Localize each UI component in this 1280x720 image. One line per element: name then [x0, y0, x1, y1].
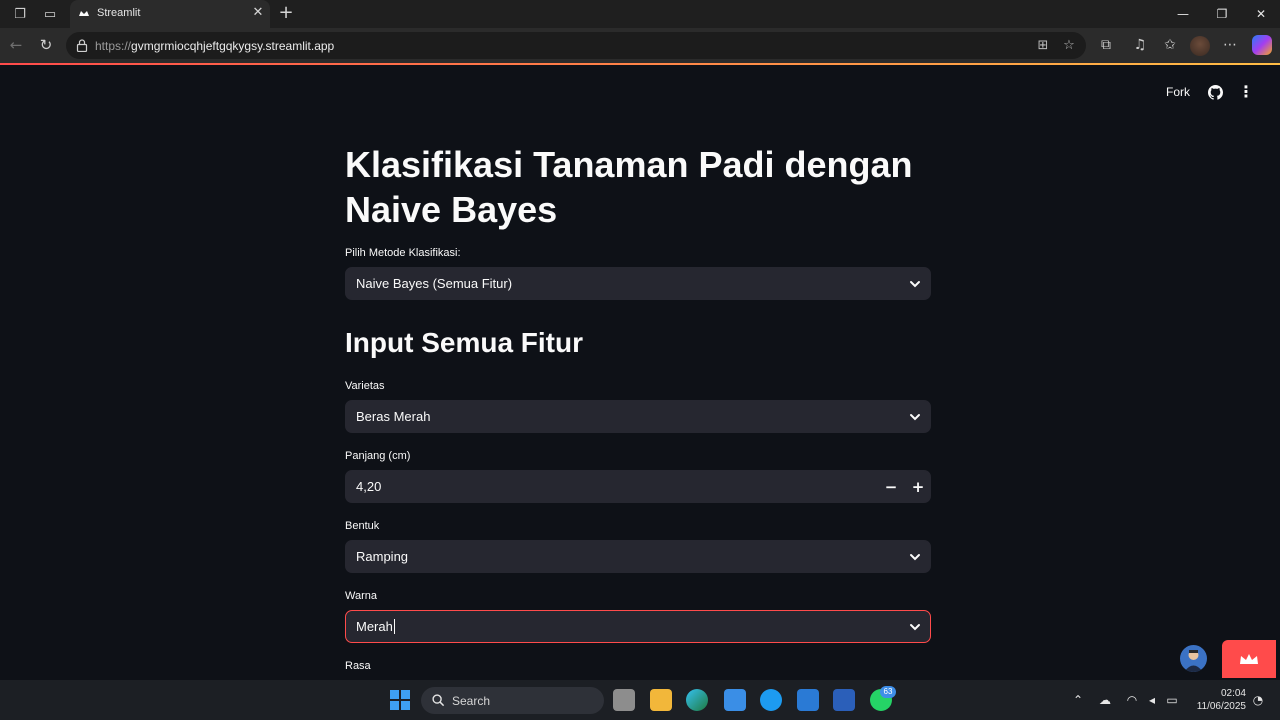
- app-icon[interactable]: [760, 689, 782, 711]
- warna-select[interactable]: Merah: [345, 610, 931, 643]
- method-label: Pilih Metode Klasifikasi:: [345, 247, 461, 259]
- windows-start-icon[interactable]: [390, 690, 410, 710]
- file-explorer-icon[interactable]: [650, 689, 672, 711]
- method-select[interactable]: Naive Bayes (Semua Fitur): [345, 267, 931, 300]
- streamlit-favicon-icon: [79, 11, 89, 16]
- chevron-down-icon: [910, 624, 920, 631]
- chevron-down-icon: [910, 414, 920, 421]
- extensions-icon[interactable]: ⧉: [1096, 35, 1116, 55]
- browser-tab-streamlit[interactable]: Streamlit ✕: [70, 0, 270, 28]
- url-text: https://gvmgrmiocqhjeftgqkygsy.streamlit…: [95, 39, 335, 53]
- chevron-up-icon[interactable]: ⌃: [1070, 692, 1086, 708]
- browser-tab-bar: ❐ ▭ Streamlit ✕ + — ❐ ✕: [0, 0, 1280, 28]
- taskbar-search[interactable]: Search: [421, 687, 604, 714]
- minimize-icon[interactable]: —: [1173, 5, 1193, 23]
- split-screen-icon[interactable]: ♫: [1130, 35, 1150, 55]
- chevron-down-icon: [910, 281, 920, 288]
- panjang-label: Panjang (cm): [345, 450, 411, 462]
- user-avatar[interactable]: [1180, 645, 1207, 672]
- favorites-icon[interactable]: ✩: [1160, 35, 1180, 55]
- bentuk-label: Bentuk: [345, 520, 380, 532]
- close-tab-icon[interactable]: ✕: [250, 5, 266, 21]
- github-icon[interactable]: [1208, 85, 1223, 100]
- more-options-icon[interactable]: ⋯: [1220, 35, 1240, 55]
- vscode-icon[interactable]: [797, 689, 819, 711]
- decrement-button[interactable]: −: [883, 479, 899, 495]
- text-caret: [393, 619, 395, 634]
- notepad-icon[interactable]: [724, 689, 746, 711]
- chevron-down-icon: [910, 554, 920, 561]
- tab-title: Streamlit: [97, 7, 141, 19]
- browser-address-bar: ← ↻ https://gvmgrmiocqhjeftgqkygsy.strea…: [0, 28, 1280, 63]
- edge-browser-icon[interactable]: [686, 689, 708, 711]
- task-view-icon[interactable]: [613, 689, 635, 711]
- warna-select-value: Merah: [356, 619, 395, 634]
- workspaces-icon[interactable]: ❐: [10, 4, 30, 24]
- method-select-value: Naive Bayes (Semua Fitur): [356, 276, 513, 291]
- fork-button[interactable]: Fork: [1166, 85, 1190, 99]
- panjang-number-input[interactable]: 4,20 − +: [345, 470, 931, 503]
- search-icon: [432, 694, 445, 707]
- rasa-label: Rasa: [345, 660, 371, 672]
- warna-label: Warna: [345, 590, 377, 602]
- windows-taskbar: Search: [0, 680, 1280, 720]
- wifi-icon[interactable]: ◠: [1124, 692, 1140, 708]
- volume-icon[interactable]: ◂: [1144, 692, 1160, 708]
- profile-avatar[interactable]: [1190, 36, 1210, 56]
- increment-button[interactable]: +: [910, 479, 926, 495]
- main-menu-icon[interactable]: ⋮: [1238, 84, 1254, 100]
- panjang-value: 4,20: [356, 479, 382, 494]
- notification-bell-icon[interactable]: ◔: [1250, 692, 1266, 708]
- streamlit-badge[interactable]: [1222, 640, 1276, 678]
- onedrive-icon[interactable]: ☁: [1097, 692, 1113, 708]
- app-available-icon[interactable]: ⊞: [1034, 37, 1052, 55]
- battery-icon[interactable]: ▭: [1164, 692, 1180, 708]
- varietas-select-value: Beras Merah: [356, 409, 431, 424]
- page-title: Klasifikasi Tanaman Padi dengan Naive Ba…: [345, 144, 913, 230]
- varietas-label: Varietas: [345, 380, 385, 392]
- whatsapp-notification-badge: 63: [880, 686, 896, 698]
- bentuk-select[interactable]: Ramping: [345, 540, 931, 573]
- url-field[interactable]: https://gvmgrmiocqhjeftgqkygsy.streamlit…: [66, 32, 1086, 59]
- clock[interactable]: 02:04 11/06/2025: [1190, 687, 1246, 713]
- tab-actions-icon[interactable]: ▭: [40, 4, 60, 24]
- copilot-icon[interactable]: [1252, 35, 1272, 55]
- new-tab-icon[interactable]: +: [276, 3, 296, 23]
- back-icon[interactable]: ←: [6, 35, 26, 55]
- crown-icon: [1240, 654, 1258, 664]
- clock-date: 11/06/2025: [1196, 701, 1246, 712]
- reload-icon[interactable]: ↻: [36, 35, 56, 55]
- clock-time: 02:04: [1220, 688, 1246, 699]
- lock-icon: [76, 39, 88, 52]
- search-placeholder: Search: [452, 694, 491, 708]
- person-icon: [1184, 650, 1203, 672]
- close-window-icon[interactable]: ✕: [1251, 5, 1271, 23]
- favorite-star-icon[interactable]: ☆: [1060, 37, 1078, 55]
- bentuk-select-value: Ramping: [356, 549, 409, 564]
- restore-icon[interactable]: ❐: [1212, 5, 1232, 23]
- word-icon[interactable]: [833, 689, 855, 711]
- section-title: Input Semua Fitur: [345, 327, 583, 358]
- varietas-select[interactable]: Beras Merah: [345, 400, 931, 433]
